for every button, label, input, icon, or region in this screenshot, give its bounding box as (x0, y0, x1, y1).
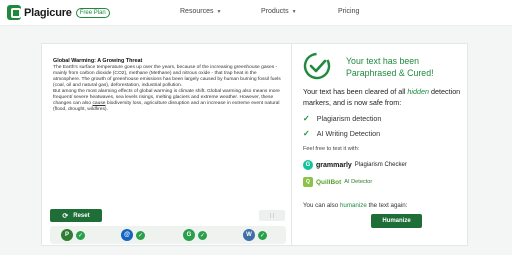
reset-button[interactable]: ⟳ Reset (50, 209, 102, 222)
document-title: Global Warming: A Growing Threat (53, 58, 143, 64)
nav-products-label: Products (261, 8, 289, 15)
safe-item-plagiarism: ✓ Plagiarism detection (303, 114, 381, 123)
quillbot-logo-icon: Q (303, 177, 313, 187)
reset-label: Reset (73, 212, 90, 219)
safe-item-label: AI Writing Detection (316, 129, 381, 138)
check-icon: ✓ (198, 230, 207, 240)
quillbot-checker-link[interactable]: Q QuillBot AI Detector (303, 177, 372, 187)
description-text: Your text has been cleared of all (303, 87, 408, 96)
detector-bar: P ✓ @ ✓ G ✓ W ✓ (50, 226, 286, 244)
detector-item: P ✓ (61, 229, 85, 241)
nav-pricing-label: Pricing (338, 8, 360, 15)
document-paragraph: The Earth's surface temperature goes up … (53, 65, 281, 89)
check-icon: ✓ (136, 230, 145, 240)
check-icon: ✓ (303, 114, 310, 123)
top-nav: Plagicure Free Plan Resources ▼ Products ▼… (0, 0, 512, 26)
success-title-line-2: Paraphrased & Cured! (346, 68, 434, 78)
copy-button[interactable]: | | (259, 210, 285, 221)
humanize-button[interactable]: Humanize (371, 214, 422, 228)
check-icon: ✓ (76, 230, 85, 240)
brand-name: Plagicure (24, 6, 72, 19)
nav-resources[interactable]: Resources ▼ (180, 8, 221, 15)
detector-item: G ✓ (183, 229, 207, 241)
grammarly-name: grammarly (316, 161, 352, 169)
chevron-down-icon: ▼ (291, 8, 297, 15)
grammarly-label: Plagiarism Checker (354, 162, 407, 168)
quillbot-label: AI Detector (344, 179, 373, 185)
humanize-again-text: You can also humanize the text again: (303, 202, 407, 209)
detector-logo-icon: P (61, 229, 73, 241)
check-icon: ✓ (303, 129, 310, 138)
quillbot-name: QuillBot (316, 178, 342, 186)
again-text: You can also (303, 202, 340, 209)
safe-item-label: Plagiarism detection (316, 114, 382, 123)
feel-free-text: Feel free to test it with: (303, 146, 360, 152)
result-description: Your text has been cleared of all hidden… (303, 87, 463, 108)
grammarly-logo-icon: G (303, 160, 313, 170)
document-paragraph: But among the most alarming effects of g… (53, 89, 285, 113)
detector-item: W ✓ (243, 229, 267, 241)
brand-logo[interactable]: Plagicure Free Plan (7, 5, 110, 20)
again-emphasis: humanize (339, 202, 367, 209)
detector-logo-icon: G (183, 229, 195, 241)
detector-logo-icon: W (243, 229, 255, 241)
grammarly-checker-link[interactable]: G grammarly Plagiarism Checker (303, 160, 407, 170)
detector-item: @ ✓ (121, 229, 145, 241)
chevron-down-icon: ▼ (216, 8, 222, 15)
check-icon: ✓ (258, 230, 267, 240)
again-text: the text again: (366, 202, 408, 209)
document-body[interactable]: The Earth's surface temperature goes up … (53, 65, 285, 113)
success-check-icon (303, 52, 331, 80)
success-title-line-1: Your text has been (346, 56, 420, 66)
safe-item-ai-writing: ✓ AI Writing Detection (303, 129, 380, 138)
nav-resources-label: Resources (180, 8, 214, 15)
highlighted-word[interactable]: cause (92, 101, 105, 106)
description-emphasis: hidden (407, 87, 430, 96)
nav-pricing[interactable]: Pricing (338, 8, 359, 15)
plan-badge: Free Plan (75, 7, 110, 18)
detector-logo-icon: @ (121, 229, 133, 241)
nav-products[interactable]: Products ▼ (261, 8, 297, 15)
logo-icon (7, 5, 21, 20)
refresh-icon: ⟳ (62, 212, 69, 220)
